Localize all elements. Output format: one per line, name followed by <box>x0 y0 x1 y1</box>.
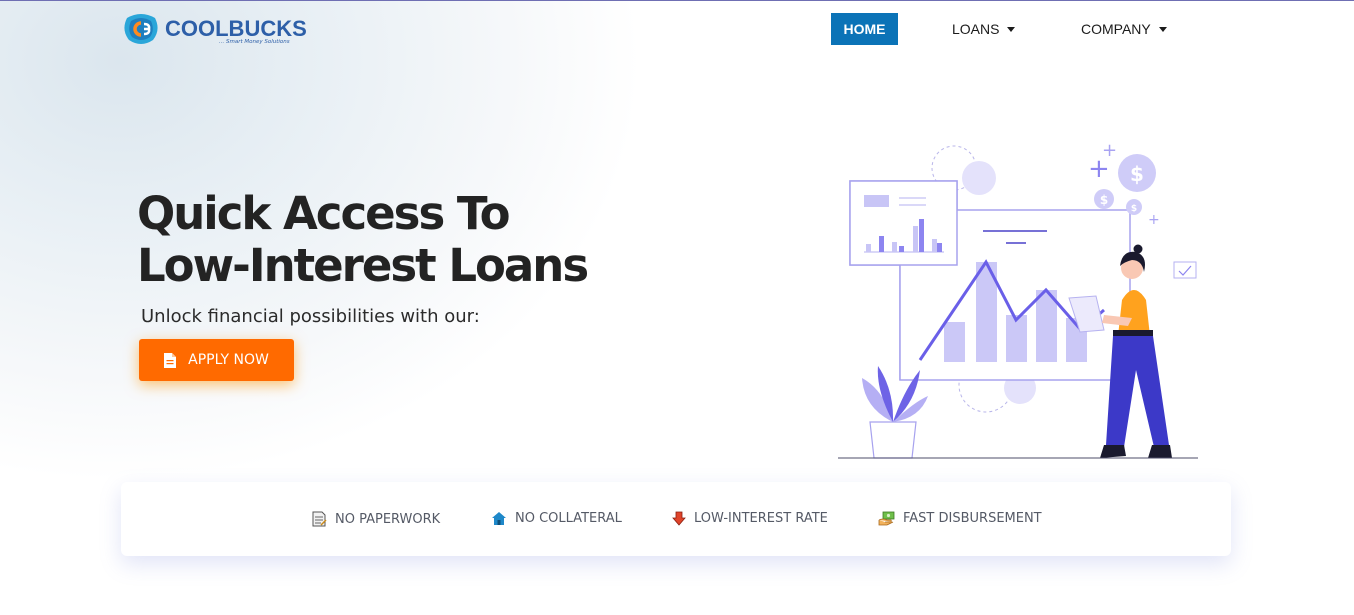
brand-tagline: ... Smart Money Solutions <box>219 39 290 45</box>
feature-no-paperwork-label: NO PAPERWORK <box>335 511 441 527</box>
nav-company[interactable]: COMPANY <box>1081 13 1167 45</box>
paperwork-icon <box>312 511 327 527</box>
svg-text:+: + <box>1148 212 1160 228</box>
apply-now-button[interactable]: APPLY NOW <box>139 339 294 381</box>
document-icon <box>164 352 177 368</box>
nav-loans-label: LOANS <box>952 21 1000 37</box>
feature-no-collateral: NO COLLATERAL <box>491 511 622 526</box>
feature-low-interest-rate-label: LOW-INTEREST RATE <box>694 511 828 526</box>
feature-fast-disbursement: FAST DISBURSEMENT <box>878 511 1042 526</box>
svg-text:$: $ <box>1131 204 1137 214</box>
caret-down-icon <box>1158 26 1167 32</box>
nav-loans[interactable]: LOANS <box>952 13 1016 45</box>
nav-home-label: HOME <box>843 21 886 37</box>
nav-home[interactable]: HOME <box>831 13 898 45</box>
svg-text:$: $ <box>1100 193 1108 207</box>
feature-no-paperwork: NO PAPERWORK <box>312 511 440 527</box>
down-arrow-icon <box>672 511 686 526</box>
feature-low-interest-rate: LOW-INTEREST RATE <box>672 511 828 526</box>
nav-company-label: COMPANY <box>1081 21 1151 37</box>
svg-text:$: $ <box>1130 162 1144 186</box>
coolbucks-logo-icon <box>124 14 158 44</box>
caret-down-icon <box>1007 26 1016 32</box>
svg-text:+: + <box>1102 140 1117 161</box>
feature-no-collateral-label: NO COLLATERAL <box>515 511 622 526</box>
brand-logo[interactable]: COOLBUCKS ... Smart Money Solutions <box>121 10 311 50</box>
hero-title-line1: Quick Access To <box>137 187 511 240</box>
feature-fast-disbursement-label: FAST DISBURSEMENT <box>903 511 1042 526</box>
hero-title: Quick Access To Low-Interest Loans <box>137 188 657 292</box>
hero-title-line2: Low-Interest Loans <box>137 239 589 292</box>
hero-subtitle: Unlock financial possibilities with our: <box>141 306 480 327</box>
money-hand-icon <box>878 511 895 526</box>
features-bar: NO PAPERWORK NO COLLATERAL LOW-INTEREST … <box>121 482 1231 556</box>
apply-now-label: APPLY NOW <box>188 352 269 368</box>
house-icon <box>492 512 506 525</box>
finance-chart-illustration: + + + $ $ $ <box>838 140 1198 459</box>
